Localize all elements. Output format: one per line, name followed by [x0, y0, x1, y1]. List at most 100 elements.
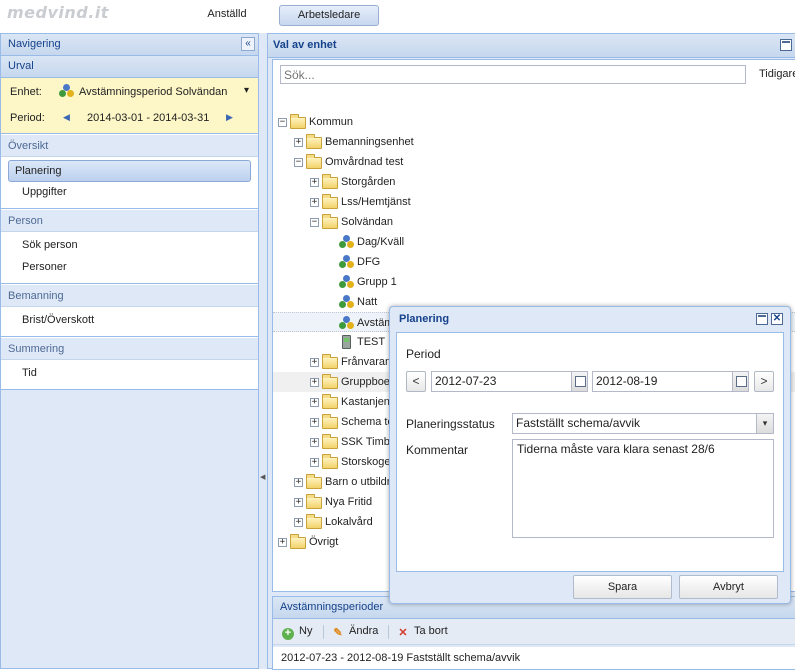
- search-input[interactable]: [280, 65, 746, 84]
- expand-icon[interactable]: +: [278, 538, 287, 547]
- folder-icon: [306, 134, 322, 149]
- section-person: Person Sök person Personer: [1, 209, 258, 284]
- folder-icon: [322, 374, 338, 389]
- unit-selection-header: Val av enhet: [268, 34, 795, 58]
- expand-icon[interactable]: +: [310, 438, 319, 447]
- tree-node[interactable]: Grupp 1: [273, 272, 795, 292]
- period-next-icon[interactable]: ▶: [226, 112, 233, 123]
- section-body-bemanning: Brist/Överskott: [1, 306, 258, 337]
- kommentar-textarea[interactable]: Tiderna måste vara klara senast 28/6: [512, 439, 774, 538]
- planering-dialog: Planering ✕ Period < 2012-07-23 2012-08-…: [389, 306, 791, 604]
- table-row[interactable]: 2012-07-23 - 2012-08-19 Fastställt schem…: [273, 647, 795, 669]
- nav-item-tid[interactable]: Tid: [8, 363, 251, 385]
- date-to-field[interactable]: 2012-08-19: [592, 371, 749, 392]
- edit-button-label: Ändra: [349, 625, 379, 637]
- panel-splitter[interactable]: ◀: [259, 33, 267, 669]
- dialog-header[interactable]: Planering ✕: [390, 307, 790, 331]
- nav-item-personer[interactable]: Personer: [8, 257, 251, 279]
- date-from-field[interactable]: 2012-07-23: [431, 371, 588, 392]
- maximize-icon[interactable]: [780, 39, 792, 51]
- folder-icon: [306, 514, 322, 529]
- collapse-icon[interactable]: −: [278, 118, 287, 127]
- tree-node[interactable]: Dag/Kväll: [273, 232, 795, 252]
- planeringsstatus-label: Planeringsstatus: [406, 417, 495, 431]
- calendar-icon[interactable]: [571, 372, 587, 391]
- tree-node[interactable]: + Storgården: [273, 172, 795, 192]
- period-prev-icon[interactable]: ◀: [63, 112, 70, 123]
- expand-icon[interactable]: +: [310, 178, 319, 187]
- tree-node-label: Kastanjen: [341, 396, 390, 408]
- unit-selection-title: Val av enhet: [273, 39, 337, 51]
- expand-icon[interactable]: +: [310, 418, 319, 427]
- tree-node-label: DFG: [357, 256, 381, 268]
- maximize-icon[interactable]: [756, 313, 768, 325]
- delete-icon: ✕: [398, 627, 408, 639]
- tree-node-label: Bemanningsenhet: [325, 136, 414, 148]
- expand-icon[interactable]: +: [310, 378, 319, 387]
- tab-arbetsledare[interactable]: Arbetsledare: [279, 5, 379, 26]
- delete-button-label: Ta bort: [414, 625, 448, 637]
- calendar-icon[interactable]: [732, 372, 748, 391]
- urval-header: Urval: [1, 56, 258, 78]
- delete-button[interactable]: ✕ Ta bort: [397, 625, 448, 639]
- enhet-dropdown-icon[interactable]: ▾: [244, 85, 249, 96]
- expand-icon[interactable]: +: [294, 138, 303, 147]
- period-prev-button[interactable]: <: [406, 371, 426, 392]
- nav-item-planering[interactable]: Planering: [8, 160, 251, 182]
- splitter-arrow-icon[interactable]: ◀: [260, 473, 265, 481]
- planeringsstatus-value: Fastställt schema/avvik: [516, 416, 641, 430]
- folder-icon: [306, 494, 322, 509]
- nav-item-uppgifter[interactable]: Uppgifter: [8, 182, 251, 204]
- chevron-down-icon[interactable]: ▾: [756, 414, 773, 433]
- tree-node-label: Nya Fritid: [325, 496, 373, 508]
- tidigare-link[interactable]: Tidigare: [759, 68, 795, 80]
- collapse-icon[interactable]: −: [310, 218, 319, 227]
- tree-node[interactable]: − Kommun: [273, 112, 795, 132]
- dialog-title: Planering: [399, 313, 450, 325]
- section-oversikt: Översikt Planering Uppgifter: [1, 134, 258, 209]
- enhet-value[interactable]: Avstämningsperiod Solvändan: [79, 86, 227, 98]
- tab-anstalld[interactable]: Anställd: [196, 5, 258, 26]
- period-value: 2014-03-01 - 2014-03-31: [87, 112, 210, 124]
- tree-node[interactable]: DFG: [273, 252, 795, 272]
- nav-item-brist-overskott[interactable]: Brist/Överskott: [8, 310, 251, 332]
- expand-icon[interactable]: +: [310, 458, 319, 467]
- folder-icon: [306, 154, 322, 169]
- tree-node[interactable]: + Bemanningsenhet: [273, 132, 795, 152]
- tree-node-label: Lss/Hemtjänst: [341, 196, 411, 208]
- tree-node[interactable]: − Omvårdnad test: [273, 152, 795, 172]
- period-next-button[interactable]: >: [754, 371, 774, 392]
- close-icon[interactable]: ✕: [771, 313, 783, 325]
- tree-node-label: Omvårdnad test: [325, 156, 404, 168]
- save-button[interactable]: Spara: [573, 575, 672, 599]
- section-body-oversikt: Planering Uppgifter: [1, 156, 258, 209]
- folder-icon: [290, 534, 306, 549]
- tree-node-label: TEST: [357, 336, 386, 348]
- dialog-body: Period < 2012-07-23 2012-08-19 > Planeri…: [396, 332, 784, 572]
- date-to-value: 2012-08-19: [596, 374, 658, 388]
- tree-node-label: Grupp 1: [357, 276, 397, 288]
- nav-item-sok-person[interactable]: Sök person: [8, 235, 251, 257]
- collapse-icon[interactable]: «: [241, 37, 255, 51]
- expand-icon[interactable]: +: [310, 358, 319, 367]
- tree-node[interactable]: − Solvändan: [273, 212, 795, 232]
- section-title-bemanning: Bemanning: [1, 284, 258, 306]
- navigation-header: Navigering «: [1, 34, 258, 56]
- tree-node-label: Övrigt: [309, 536, 339, 548]
- planeringsstatus-select[interactable]: Fastställt schema/avvik ▾: [512, 413, 774, 434]
- unit-group-icon: [339, 255, 355, 269]
- device-icon: [342, 335, 351, 349]
- collapse-icon[interactable]: −: [294, 158, 303, 167]
- toolbar-divider: [323, 625, 324, 639]
- expand-icon[interactable]: +: [294, 498, 303, 507]
- expand-icon[interactable]: +: [310, 398, 319, 407]
- expand-icon[interactable]: +: [294, 478, 303, 487]
- urval-title: Urval: [8, 60, 34, 72]
- pencil-icon: ✎: [333, 627, 343, 639]
- tree-node[interactable]: + Lss/Hemtjänst: [273, 192, 795, 212]
- edit-button[interactable]: ✎ Ändra: [332, 625, 378, 639]
- cancel-button[interactable]: Avbryt: [679, 575, 778, 599]
- new-button[interactable]: + Ny: [282, 625, 312, 640]
- expand-icon[interactable]: +: [310, 198, 319, 207]
- expand-icon[interactable]: +: [294, 518, 303, 527]
